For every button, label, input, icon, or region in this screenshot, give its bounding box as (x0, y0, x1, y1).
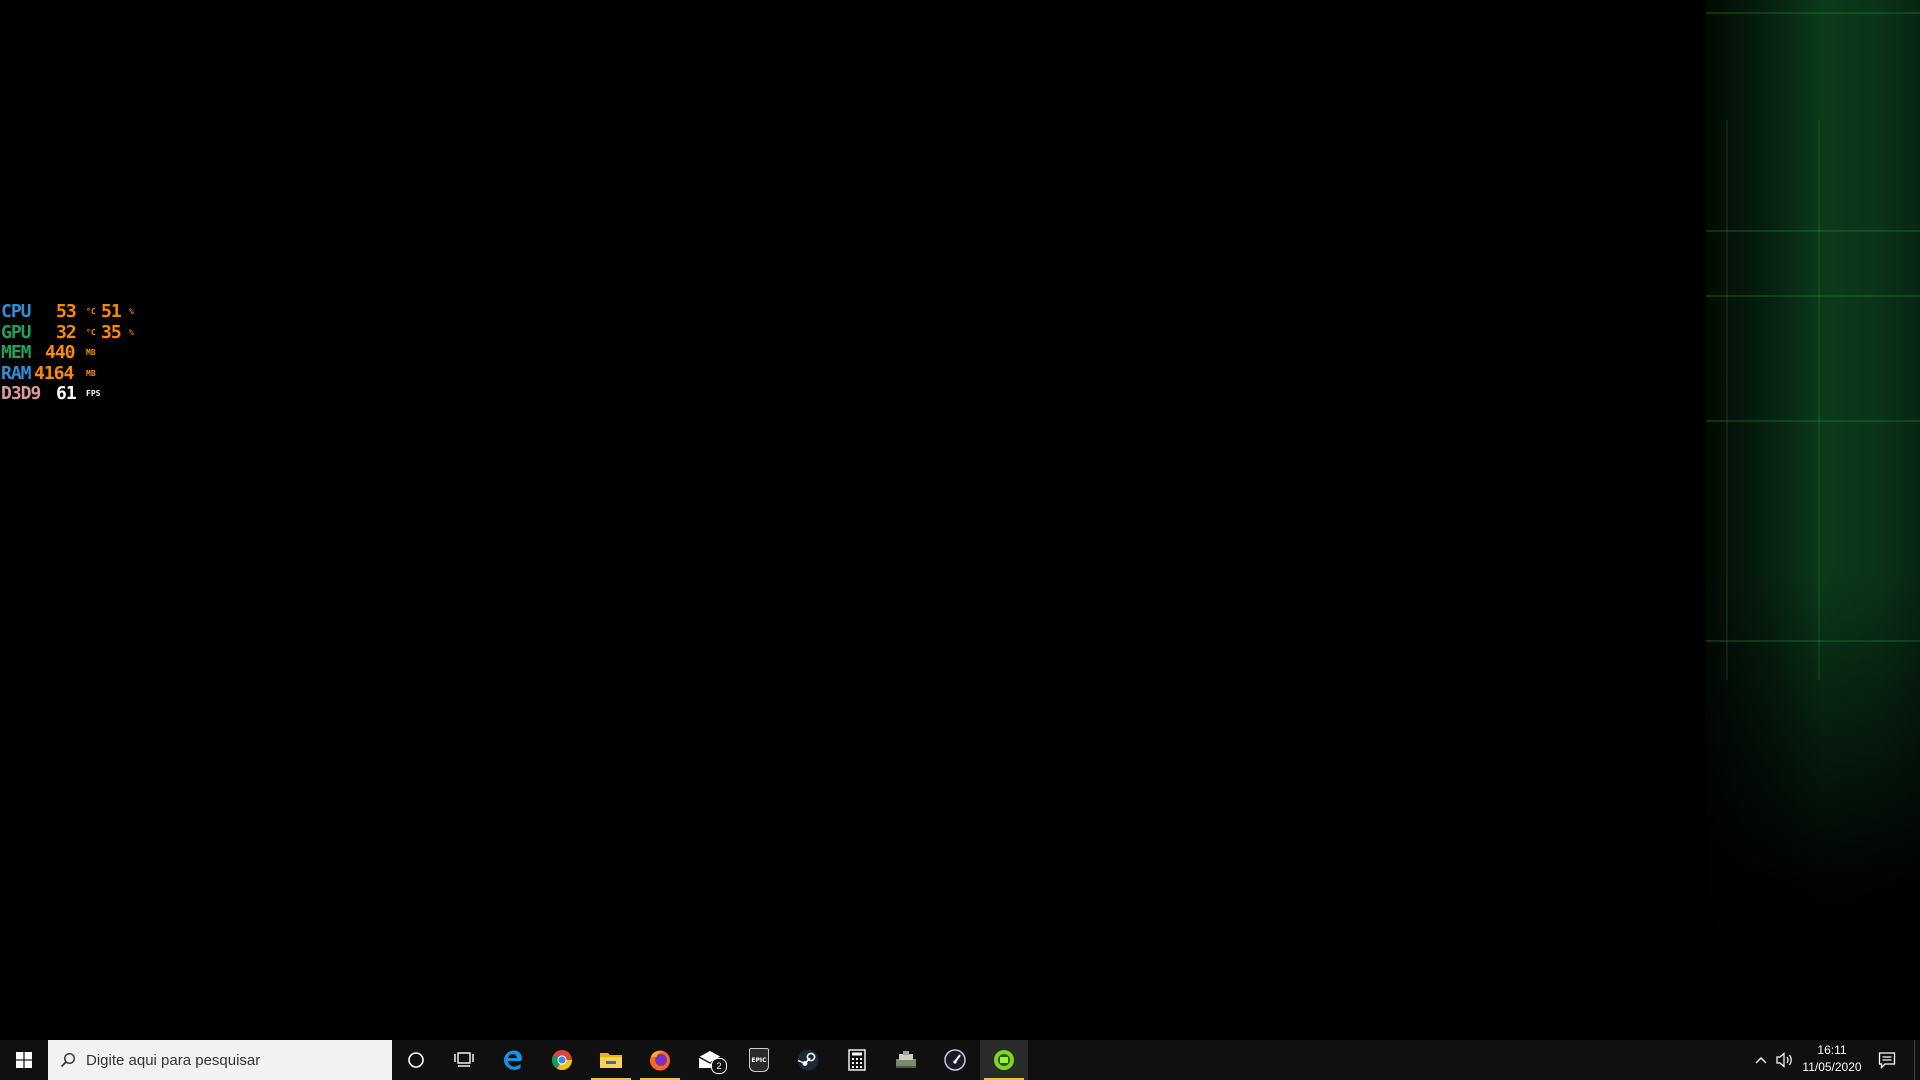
cpu-load: 51 (101, 301, 122, 322)
ram-used: 4164 (34, 362, 74, 384)
taskbar-app-speedometer[interactable] (931, 1040, 979, 1080)
taskbar-app-epic-games[interactable]: EPIC (735, 1040, 783, 1080)
notification-icon (1878, 1052, 1896, 1069)
firefox-icon (650, 1050, 670, 1071)
mail-badge: 2 (711, 1058, 727, 1074)
game-viewport: CPU 53 °C 51 % GPU 32 °C 35 % MEM 440 MB… (0, 0, 1920, 1040)
search-placeholder: Digite aqui para pesquisar (86, 1051, 261, 1069)
search-input[interactable]: Digite aqui para pesquisar (48, 1040, 392, 1080)
osd-label: D3D9 (1, 383, 41, 404)
unit: FPS (86, 389, 101, 398)
unit: MB (86, 348, 96, 357)
background-green-glow (1706, 0, 1920, 1040)
gpu-temp: 32 (56, 321, 77, 343)
unit: % (129, 327, 134, 337)
taskbar-app-steam[interactable] (784, 1040, 832, 1080)
taskbar-app-green[interactable] (980, 1040, 1028, 1080)
vram-used: 440 (45, 342, 75, 363)
taskbar-app-edge[interactable] (489, 1040, 537, 1080)
osd-label: GPU (1, 321, 31, 343)
osd-label: MEM (1, 342, 31, 363)
taskbar-app-firefox[interactable] (636, 1040, 684, 1080)
search-icon (60, 1052, 76, 1068)
gpu-load: 35 (101, 321, 122, 343)
taskbar-app-chrome[interactable] (538, 1040, 586, 1080)
unit: °C (86, 307, 96, 316)
edge-icon (504, 1050, 522, 1070)
task-view-icon (454, 1052, 474, 1067)
taskbar-app-calculator[interactable] (833, 1040, 881, 1080)
fps-value: 61 (56, 383, 77, 404)
unit: MB (86, 368, 96, 378)
speaker-icon (1776, 1052, 1792, 1068)
file-explorer-icon (600, 1053, 622, 1068)
task-view-button[interactable] (440, 1040, 488, 1080)
show-desktop-button[interactable] (1914, 1040, 1920, 1080)
action-center-button[interactable] (1867, 1040, 1907, 1080)
chrome-icon (552, 1050, 572, 1070)
cortana-button[interactable] (392, 1040, 440, 1080)
osd-label: CPU (1, 301, 31, 322)
green-app-icon (994, 1050, 1014, 1070)
cortana-icon (408, 1052, 424, 1068)
taskbar: Digite aqui para pesquisar 2 EPIC 16:11 … (0, 1040, 1920, 1080)
taskbar-app-file-explorer[interactable] (587, 1040, 635, 1080)
steam-icon (797, 1049, 819, 1071)
chevron-up-icon (1755, 1057, 1767, 1064)
volume-button[interactable] (1773, 1040, 1797, 1080)
show-hidden-icons-button[interactable] (1749, 1040, 1773, 1080)
calculator-icon (848, 1049, 866, 1071)
unit: °C (86, 327, 96, 337)
clock-date: 11/05/2020 (1802, 1060, 1862, 1074)
taskbar-app-mail[interactable]: 2 (686, 1040, 734, 1080)
cpu-temp: 53 (56, 301, 77, 322)
windows-icon (16, 1052, 32, 1068)
epic-logo-text: EPIC (751, 1056, 767, 1064)
taskbar-app-game[interactable] (882, 1040, 930, 1080)
osd-label: RAM (1, 362, 31, 384)
unit: % (129, 307, 134, 316)
game-app-icon (896, 1051, 916, 1068)
clock[interactable]: 16:11 11/05/2020 (1797, 1042, 1867, 1078)
start-button[interactable] (0, 1040, 48, 1080)
epic-games-icon: EPIC (749, 1048, 769, 1072)
clock-time: 16:11 (1817, 1043, 1847, 1057)
speedometer-icon (944, 1049, 966, 1071)
